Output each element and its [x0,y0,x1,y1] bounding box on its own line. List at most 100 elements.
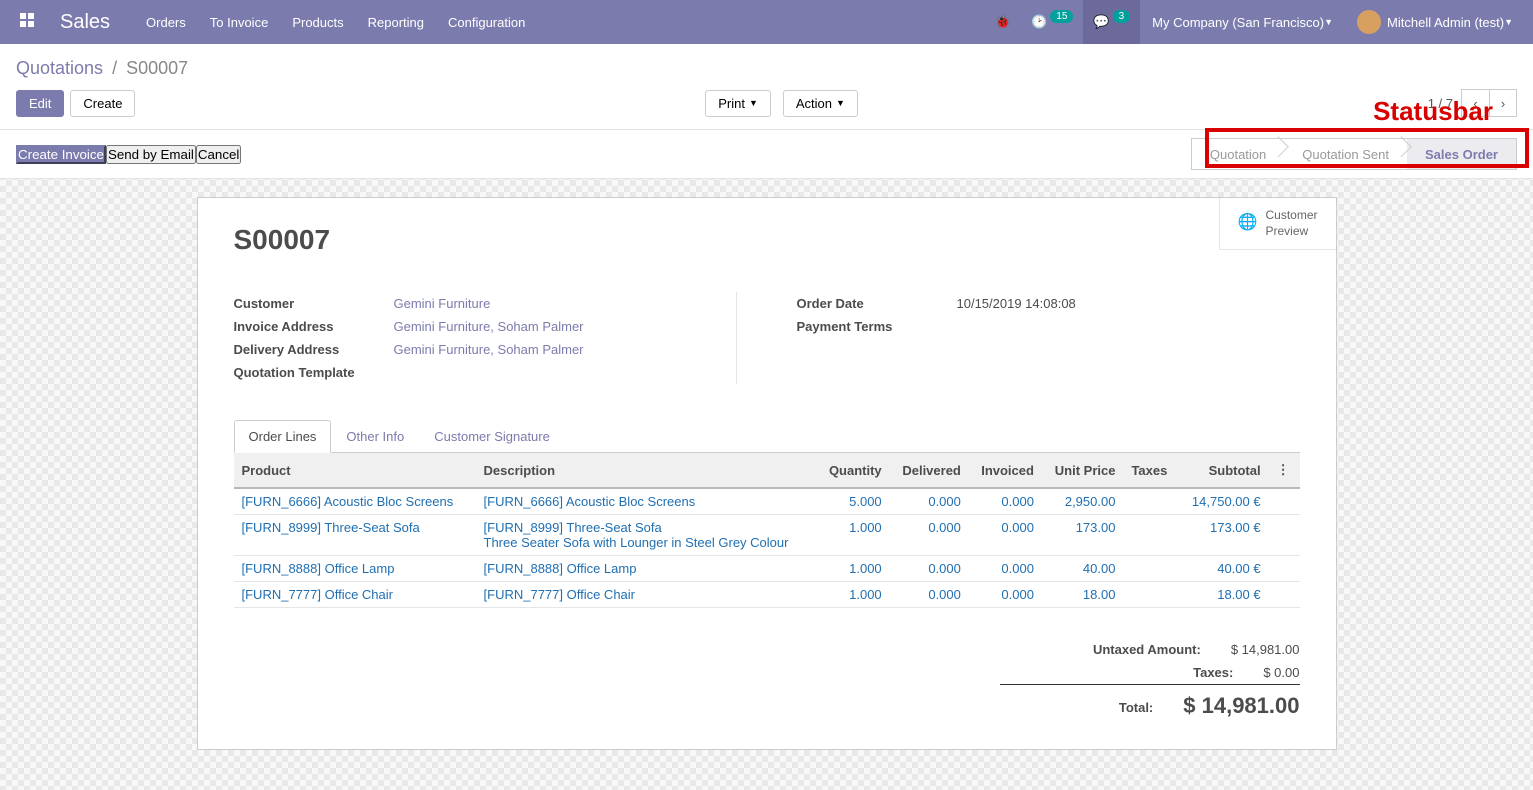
send-email-button[interactable]: Send by Email [106,145,196,164]
control-panel: Quotations / S00007 Statusbar Edit Creat… [0,44,1533,130]
cell: 1.000 [817,582,890,608]
action-button[interactable]: Action ▼ [783,90,858,117]
nav-menu: Orders To Invoice Products Reporting Con… [134,0,537,44]
col-description[interactable]: Description [476,453,817,488]
taxes-value: $ 0.00 [1263,665,1299,680]
breadcrumb-current: S00007 [126,58,188,78]
cell: [FURN_8999] Three-Seat SofaThree Seater … [476,515,817,556]
messages-icon[interactable]: 💬3 [1083,0,1140,44]
cell: [FURN_6666] Acoustic Bloc Screens [234,488,476,515]
company-selector[interactable]: My Company (San Francisco) ▼ [1140,15,1345,30]
field-value[interactable]: Gemini Furniture, Soham Palmer [394,342,736,357]
field-label: Payment Terms [797,319,957,334]
cell [1269,515,1300,556]
col-unit-price[interactable]: Unit Price [1042,453,1124,488]
field-label: Order Date [797,296,957,311]
print-button[interactable]: Print ▼ [705,90,771,117]
preview-line1: Customer [1265,208,1317,224]
col-product[interactable]: Product [234,453,476,488]
tab-other-info[interactable]: Other Info [331,420,419,452]
cancel-button[interactable]: Cancel [196,145,242,164]
table-row[interactable]: [FURN_8888] Office Lamp[FURN_8888] Offic… [234,556,1300,582]
activity-icon[interactable]: 🕑15 [1021,0,1083,44]
cell: 0.000 [969,488,1042,515]
cell: [FURN_8888] Office Lamp [234,556,476,582]
cell: [FURN_6666] Acoustic Bloc Screens [476,488,817,515]
cell: 0.000 [969,515,1042,556]
cell: 0.000 [890,515,969,556]
cell: [FURN_7777] Office Chair [234,582,476,608]
apps-icon[interactable] [8,13,46,32]
cell [1123,515,1178,556]
nav-reporting[interactable]: Reporting [356,0,436,44]
cell: 173.00 [1042,515,1124,556]
untaxed-value: $ 14,981.00 [1231,642,1300,657]
caret-down-icon: ▼ [1324,17,1333,27]
cell [1123,582,1178,608]
nav-configuration[interactable]: Configuration [436,0,537,44]
untaxed-label: Untaxed Amount: [1093,642,1201,657]
table-row[interactable]: [FURN_6666] Acoustic Bloc Screens[FURN_6… [234,488,1300,515]
table-row[interactable]: [FURN_7777] Office Chair[FURN_7777] Offi… [234,582,1300,608]
debug-icon[interactable]: 🐞 [985,0,1021,44]
pager-text: 1 / 7 [1428,96,1453,111]
col-kebab[interactable]: ⋮ [1269,453,1300,488]
cell [1269,582,1300,608]
cell: 0.000 [890,488,969,515]
total-label: Total: [1119,700,1153,719]
col-invoiced[interactable]: Invoiced [969,453,1042,488]
cell: 40.00 [1042,556,1124,582]
cell: 2,950.00 [1042,488,1124,515]
status-quotation-sent[interactable]: Quotation Sent [1284,139,1407,169]
nav-products[interactable]: Products [280,0,355,44]
field-label: Delivery Address [234,342,394,357]
tab-order-lines[interactable]: Order Lines [234,420,332,453]
col-subtotal[interactable]: Subtotal [1179,453,1269,488]
breadcrumb-sep: / [112,58,117,78]
field-value[interactable]: Gemini Furniture [394,296,736,311]
cell: 0.000 [969,582,1042,608]
status-sales-order[interactable]: Sales Order [1407,139,1516,169]
cell: 0.000 [890,582,969,608]
field-value [957,319,1300,334]
tab-customer-signature[interactable]: Customer Signature [419,420,565,452]
user-menu[interactable]: Mitchell Admin (test) ▼ [1345,10,1525,34]
fields-left: CustomerGemini FurnitureInvoice AddressG… [234,292,737,384]
cell: 0.000 [969,556,1042,582]
customer-preview-button[interactable]: 🌐 Customer Preview [1219,198,1336,250]
col-delivered[interactable]: Delivered [890,453,969,488]
create-button[interactable]: Create [70,90,135,117]
tabs: Order Lines Other Info Customer Signatur… [234,420,1300,453]
statusbar: Quotation Quotation Sent Sales Order [1191,138,1517,170]
table-row[interactable]: [FURN_8999] Three-Seat Sofa[FURN_8999] T… [234,515,1300,556]
field-label: Quotation Template [234,365,394,380]
cell: 1.000 [817,515,890,556]
form-sheet: 🌐 Customer Preview S00007 CustomerGemini… [197,197,1337,750]
cell: 18.00 [1042,582,1124,608]
breadcrumb-parent[interactable]: Quotations [16,58,103,78]
caret-down-icon: ▼ [836,98,845,108]
globe-icon: 🌐 [1238,213,1258,234]
total-value: $ 14,981.00 [1183,693,1299,719]
status-quotation[interactable]: Quotation [1192,139,1284,169]
field-value[interactable]: Gemini Furniture, Soham Palmer [394,319,736,334]
nav-to-invoice[interactable]: To Invoice [198,0,281,44]
cell [1123,488,1178,515]
field-label: Customer [234,296,394,311]
avatar [1357,10,1381,34]
nav-orders[interactable]: Orders [134,0,198,44]
print-label: Print [718,96,745,111]
col-taxes[interactable]: Taxes [1123,453,1178,488]
taxes-label: Taxes: [1193,665,1233,680]
col-quantity[interactable]: Quantity [817,453,890,488]
pager-prev[interactable]: ‹ [1461,89,1489,117]
create-invoice-button[interactable]: Create Invoice [16,145,106,164]
cell: 0.000 [890,556,969,582]
field-value: 10/15/2019 14:08:08 [957,296,1300,311]
cell: 18.00 € [1179,582,1269,608]
edit-button[interactable]: Edit [16,90,64,117]
cell: [FURN_8999] Three-Seat Sofa [234,515,476,556]
pager-next[interactable]: › [1489,89,1517,117]
app-brand[interactable]: Sales [46,11,124,34]
field-value [394,365,736,380]
